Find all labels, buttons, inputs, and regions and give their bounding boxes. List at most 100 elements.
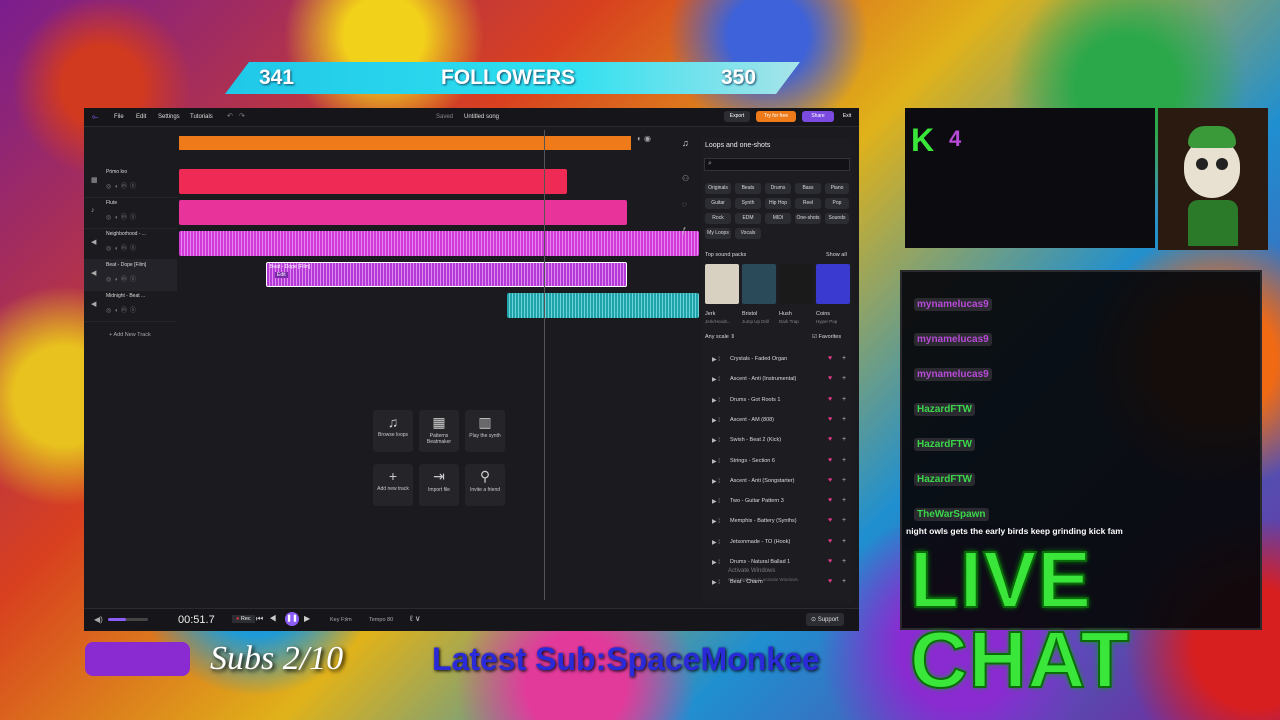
play-icon[interactable]: ▶ ⁞	[712, 559, 720, 566]
track-header-2[interactable]: ♪ Flute ◎◖ⓜⓢ	[84, 197, 177, 229]
heart-icon[interactable]: ♥	[828, 517, 832, 524]
heart-icon[interactable]: ♥	[828, 457, 832, 464]
heart-icon[interactable]: ♥	[828, 497, 832, 504]
add-icon[interactable]: +	[842, 538, 846, 545]
track-name[interactable]: Beat - Dope [Film]	[106, 262, 146, 268]
add-icon[interactable]: +	[842, 355, 846, 362]
add-icon[interactable]: +	[842, 375, 846, 382]
pack-coins[interactable]	[816, 264, 850, 304]
genre-chip[interactable]: Guitar	[705, 198, 731, 209]
loop-row[interactable]: ▶ ⁞ Swish - Beat 2 (Kick) ♥ +	[702, 431, 852, 451]
genre-chip[interactable]: Pop	[825, 198, 849, 209]
heart-icon[interactable]: ♥	[828, 436, 832, 443]
add-icon[interactable]: +	[842, 457, 846, 464]
genre-chip[interactable]: Synth	[735, 198, 761, 209]
play-icon[interactable]: ▶ ⁞	[712, 539, 720, 546]
play-icon[interactable]: ▶ ⁞	[712, 417, 720, 424]
track-controls[interactable]: ◎◖ⓜⓢ	[106, 212, 139, 221]
clip-edit-button[interactable]: Edit	[275, 272, 288, 278]
loop-browser-icon[interactable]: ♫	[682, 138, 689, 148]
app-logo-icon[interactable]: ⟜	[92, 112, 98, 122]
play-icon[interactable]: ▶ ⁞	[712, 498, 720, 505]
genre-chip[interactable]: Vocals	[735, 228, 761, 239]
transport-controls[interactable]: ⏮◀	[256, 614, 282, 624]
share-button[interactable]: Share	[802, 111, 834, 122]
clip-primo-loo[interactable]	[179, 169, 567, 194]
chat-username[interactable]: HazardFTW	[914, 473, 975, 486]
menu-edit[interactable]: Edit	[136, 114, 146, 120]
add-icon[interactable]: +	[842, 517, 846, 524]
track-header-3[interactable]: ◀ Neighborhood - ... ◎◖ⓜⓢ	[84, 228, 177, 260]
track-controls[interactable]: ◎◖ⓜⓢ	[106, 305, 139, 314]
loop-row[interactable]: ▶ ⁞ Strings - Section 6 ♥ +	[702, 452, 852, 472]
track-name[interactable]: Neighborhood - ...	[106, 231, 146, 237]
favorites-toggle[interactable]: ☑ Favorites	[812, 334, 841, 340]
volume-slider[interactable]	[108, 618, 148, 621]
loops-search-input[interactable]: ⌕	[704, 158, 850, 171]
genre-chip[interactable]: EDM	[735, 213, 761, 224]
show-all-link[interactable]: Show all	[826, 252, 847, 258]
menu-tutorials[interactable]: Tutorials	[190, 114, 213, 120]
track-name[interactable]: Flute	[106, 200, 117, 206]
genre-chip[interactable]: Beats	[735, 183, 761, 194]
play-icon[interactable]: ▶ ⁞	[712, 437, 720, 444]
genre-chip[interactable]: Hip Hop	[765, 198, 791, 209]
track-name[interactable]: Midnight - Beat ...	[106, 293, 145, 299]
heart-icon[interactable]: ♥	[828, 375, 832, 382]
loop-row[interactable]: ▶ ⁞ Jetsonmade - TO (Hook) ♥ +	[702, 533, 852, 553]
clip-beat-dope-selected[interactable]: Beat - Dope [Film] Edit	[266, 262, 627, 287]
genre-chip[interactable]: Rock	[705, 213, 731, 224]
chat-icon[interactable]: ◌	[682, 192, 692, 218]
patterns-beatmaker-button[interactable]: ▦ Patterns Beatmaker	[419, 410, 459, 452]
add-icon[interactable]: +	[842, 497, 846, 504]
song-title[interactable]: Untitled song	[464, 114, 499, 120]
heart-icon[interactable]: ♥	[828, 538, 832, 545]
export-button[interactable]: Export	[724, 111, 750, 122]
add-icon[interactable]: +	[842, 477, 846, 484]
add-icon[interactable]: +	[842, 416, 846, 423]
clip-neighborhood[interactable]	[179, 231, 699, 256]
play-icon[interactable]: ▶ ⁞	[712, 376, 720, 383]
metronome-icon[interactable]: ◐ ◉	[637, 134, 677, 146]
loop-row[interactable]: ▶ ⁞ Drums - Got Roots 1 ♥ +	[702, 391, 852, 411]
try-free-button[interactable]: Try for free	[756, 111, 796, 122]
tuner-icon[interactable]: ℓ ∨	[410, 614, 421, 623]
pack-bristol[interactable]	[742, 264, 776, 304]
play-synth-button[interactable]: ▥ Play the synth	[465, 410, 505, 452]
undo-icon[interactable]: ↶	[227, 112, 233, 120]
track-controls[interactable]: ◎◖ⓜⓢ	[106, 274, 139, 283]
heart-icon[interactable]: ♥	[828, 578, 832, 585]
track-header-4[interactable]: ◀ Beat - Dope [Film] ◎◖ⓜⓢ	[84, 259, 177, 291]
track-controls[interactable]: ◎◖ⓜⓢ	[106, 243, 139, 252]
genre-chip[interactable]: Drums	[765, 183, 791, 194]
key-display[interactable]: Key F♯m	[330, 617, 352, 623]
tempo-display[interactable]: Tempo 80	[369, 617, 393, 623]
add-new-track-button[interactable]: + Add new track	[373, 464, 413, 506]
chat-username[interactable]: mynamelucas9	[914, 368, 992, 381]
add-icon[interactable]: +	[842, 578, 846, 585]
loop-row[interactable]: ▶ ⁞ Crystals - Faded Organ ♥ +	[702, 350, 852, 370]
record-button[interactable]: ● Rec	[232, 615, 255, 623]
clip-flute[interactable]	[179, 200, 627, 225]
play-icon[interactable]: ▶ ⁞	[712, 356, 720, 363]
heart-icon[interactable]: ♥	[828, 355, 832, 362]
genre-chip[interactable]: One-shots	[795, 213, 821, 224]
heart-icon[interactable]: ♥	[828, 396, 832, 403]
mixer-icon[interactable]: ⚇	[682, 166, 692, 192]
track-name[interactable]: Primo loo	[106, 169, 127, 175]
chat-username[interactable]: mynamelucas9	[914, 298, 992, 311]
pack-hush[interactable]	[779, 264, 813, 304]
play-icon[interactable]: ▶ ⁞	[712, 518, 720, 525]
genre-chip[interactable]: My Loops	[705, 228, 731, 239]
add-track-link[interactable]: + Add New Track	[109, 332, 179, 338]
support-button[interactable]: ⊙ Support	[806, 613, 844, 626]
genre-chip[interactable]: Bass	[795, 183, 821, 194]
invite-friend-button[interactable]: ⚲ Invite a friend	[465, 464, 505, 506]
loop-row[interactable]: ▶ ⁞ Memphis - Battery (Synths) ♥ +	[702, 512, 852, 532]
browse-loops-button[interactable]: ♫ Browse loops	[373, 410, 413, 452]
genre-chip[interactable]: Reel	[795, 198, 821, 209]
menu-settings[interactable]: Settings	[158, 114, 180, 120]
heart-icon[interactable]: ♥	[828, 416, 832, 423]
clip-midnight[interactable]	[507, 293, 699, 318]
loop-row[interactable]: ▶ ⁞ Ascent - Anti (Instrumental) ♥ +	[702, 370, 852, 390]
